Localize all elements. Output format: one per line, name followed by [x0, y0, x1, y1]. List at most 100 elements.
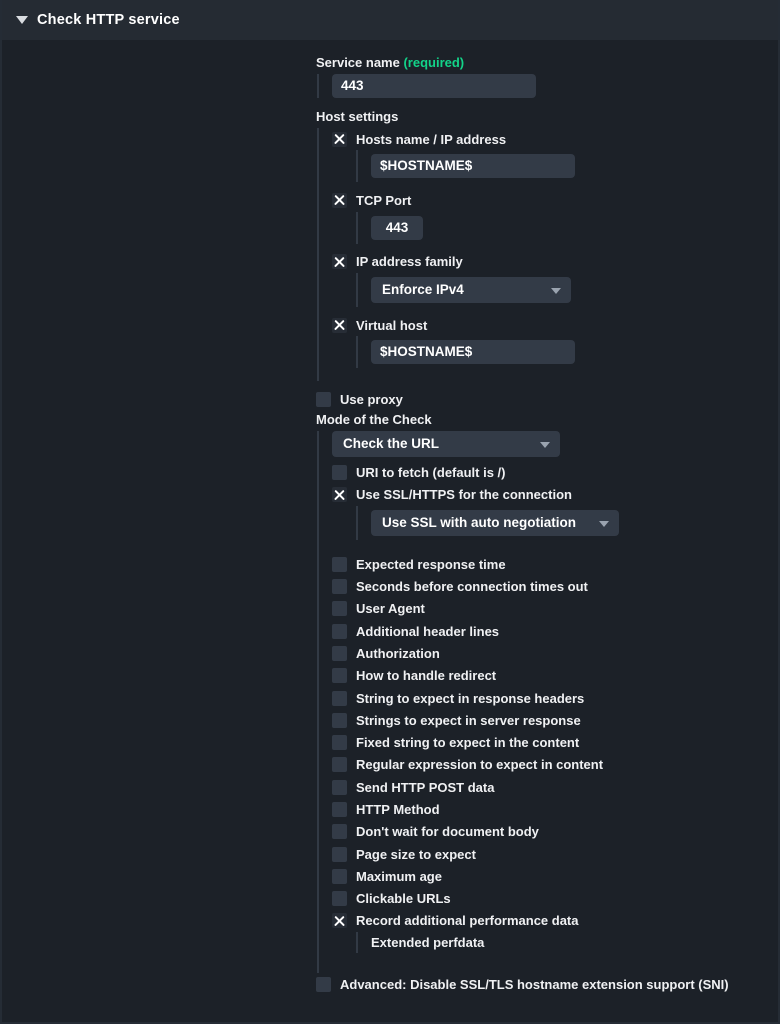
use-ssl-label: Use SSL/HTTPS for the connection	[356, 487, 572, 503]
option-row[interactable]: Additional header lines	[332, 620, 768, 642]
extended-perfdata-label: Extended perfdata	[371, 935, 485, 951]
option-checkbox[interactable]	[332, 645, 347, 661]
option-label: Clickable URLs	[356, 891, 451, 907]
virtual-host-checkbox[interactable]	[332, 317, 347, 333]
tcp-port-subfield: 443	[356, 211, 768, 244]
uri-to-fetch-checkbox[interactable]	[332, 465, 347, 481]
option-label: Record additional performance data	[356, 913, 579, 929]
option-row[interactable]: Authorization	[332, 642, 768, 664]
option-label: HTTP Method	[356, 801, 440, 817]
virtual-host-row[interactable]: Virtual host	[332, 314, 768, 336]
tcp-port-row[interactable]: TCP Port	[332, 189, 768, 211]
hosts-name-input[interactable]: $HOSTNAME$	[371, 154, 575, 179]
ip-family-select[interactable]: Enforce IPv4	[371, 276, 571, 303]
option-row[interactable]: Send HTTP POST data	[332, 776, 768, 798]
use-ssl-selected-value: Use SSL with auto negotiation	[382, 515, 577, 531]
panel-body: Service name (required) 443 Host setting…	[2, 40, 778, 1022]
sni-row[interactable]: Advanced: Disable SSL/TLS hostname exten…	[316, 973, 778, 995]
option-checkbox[interactable]	[332, 623, 347, 639]
option-checkbox[interactable]	[332, 801, 347, 817]
mode-of-check-select[interactable]: Check the URL	[332, 431, 560, 458]
check-http-service-panel: Check HTTP service Service name (require…	[0, 0, 780, 1024]
service-name-text: Service name	[316, 55, 400, 70]
panel-header[interactable]: Check HTTP service	[2, 0, 778, 40]
option-checkbox[interactable]	[332, 824, 347, 840]
option-row[interactable]: String to expect in response headers	[332, 687, 768, 709]
option-label: Fixed string to expect in the content	[356, 735, 580, 751]
option-row[interactable]: How to handle redirect	[332, 665, 768, 687]
option-label: Maximum age	[356, 868, 442, 884]
option-label: Expected response time	[356, 556, 506, 572]
option-checkbox[interactable]	[332, 846, 347, 862]
ip-family-label: IP address family	[356, 254, 463, 270]
tcp-port-checkbox[interactable]	[332, 192, 347, 208]
option-checkbox[interactable]	[332, 556, 347, 572]
service-name-label: Service name (required)	[316, 53, 768, 73]
option-row[interactable]: Page size to expect	[332, 843, 768, 865]
option-label: String to expect in response headers	[356, 690, 585, 706]
option-checkbox[interactable]	[332, 690, 347, 706]
use-proxy-row[interactable]: Use proxy	[316, 388, 768, 410]
option-row[interactable]: User Agent	[332, 598, 768, 620]
ip-family-checkbox[interactable]	[332, 254, 347, 270]
option-row[interactable]: Strings to expect in server response	[332, 709, 768, 731]
ip-family-selected-value: Enforce IPv4	[382, 281, 464, 297]
option-row[interactable]: Clickable URLs	[332, 888, 768, 910]
option-checkbox[interactable]	[332, 601, 347, 617]
hosts-name-checkbox[interactable]	[332, 131, 347, 147]
option-checkbox[interactable]	[332, 913, 347, 929]
hosts-name-row[interactable]: Hosts name / IP address	[332, 128, 768, 150]
triangle-down-icon[interactable]	[16, 16, 28, 24]
option-label: Additional header lines	[356, 623, 500, 639]
tcp-port-label: TCP Port	[356, 192, 412, 208]
option-row[interactable]: Regular expression to expect in content	[332, 754, 768, 776]
option-row[interactable]: Expected response time	[332, 553, 768, 575]
service-name-input[interactable]: 443	[332, 74, 536, 98]
mode-of-check-label: Mode of the Check	[316, 412, 432, 428]
option-checkbox[interactable]	[332, 757, 347, 773]
virtual-host-label: Virtual host	[356, 317, 428, 333]
extended-perfdata-subfield: Extended perfdata	[356, 932, 768, 954]
chevron-down-icon[interactable]	[540, 442, 550, 449]
option-checkbox[interactable]	[332, 868, 347, 884]
chevron-down-icon[interactable]	[599, 521, 609, 528]
option-row[interactable]: Don't wait for document body	[332, 821, 768, 843]
option-checkbox[interactable]	[332, 668, 347, 684]
sni-checkbox[interactable]	[316, 976, 331, 992]
use-proxy-checkbox[interactable]	[316, 391, 331, 407]
mode-of-check-indent: Check the URL URI to fetch (default is /…	[317, 431, 768, 974]
use-ssl-subfield: Use SSL with auto negotiation	[356, 506, 768, 541]
option-checkbox[interactable]	[332, 779, 347, 795]
option-checkbox[interactable]	[332, 579, 347, 595]
option-row[interactable]: Fixed string to expect in the content	[332, 731, 768, 753]
mode-of-check-selected-value: Check the URL	[343, 436, 440, 452]
virtual-host-input[interactable]: $HOSTNAME$	[371, 340, 575, 365]
option-label: Strings to expect in server response	[356, 712, 581, 728]
service-name-indent: 443	[317, 74, 768, 98]
option-row[interactable]: Maximum age	[332, 865, 768, 887]
option-row[interactable]: Seconds before connection times out	[332, 575, 768, 597]
use-proxy-label: Use proxy	[340, 391, 403, 407]
use-ssl-select[interactable]: Use SSL with auto negotiation	[371, 510, 619, 537]
ip-family-row[interactable]: IP address family	[332, 251, 768, 273]
option-label: Don't wait for document body	[356, 824, 539, 840]
option-checkbox[interactable]	[332, 891, 347, 907]
hosts-name-label: Hosts name / IP address	[356, 131, 507, 147]
uri-to-fetch-row[interactable]: URI to fetch (default is /)	[332, 461, 768, 483]
form-column: Service name (required) 443 Host setting…	[316, 53, 778, 974]
tcp-port-input[interactable]: 443	[371, 215, 423, 240]
ip-family-subfield: Enforce IPv4	[356, 272, 768, 307]
use-ssl-checkbox[interactable]	[332, 487, 347, 503]
use-ssl-row[interactable]: Use SSL/HTTPS for the connection	[332, 484, 768, 506]
option-checkbox[interactable]	[332, 712, 347, 728]
host-settings-indent: Hosts name / IP address $HOSTNAME$ TCP P…	[317, 128, 768, 382]
host-settings-label: Host settings	[316, 109, 399, 124]
chevron-down-icon[interactable]	[551, 287, 561, 294]
virtual-host-subfield: $HOSTNAME$	[356, 336, 768, 369]
option-row[interactable]: Record additional performance data	[332, 910, 768, 932]
option-row[interactable]: HTTP Method	[332, 798, 768, 820]
option-checkbox[interactable]	[332, 735, 347, 751]
